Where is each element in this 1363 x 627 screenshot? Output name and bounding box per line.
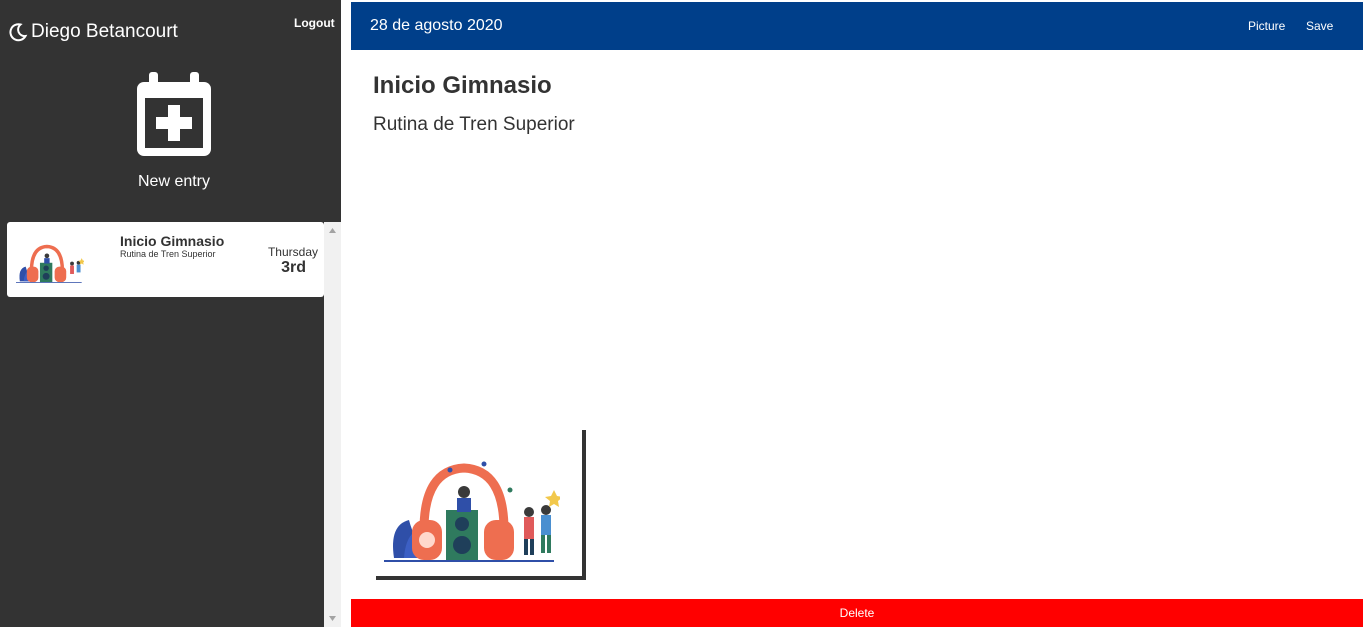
user-name: Diego Betancourt <box>31 21 178 42</box>
entry-title: Inicio Gimnasio <box>120 233 225 249</box>
entry-list: Inicio Gimnasio Rutina de Tren Superior … <box>0 221 324 627</box>
delete-button[interactable]: Delete <box>351 599 1363 627</box>
top-bar: 28 de agosto 2020 Picture Save <box>351 2 1363 50</box>
moon-icon <box>9 23 28 42</box>
scroll-down-icon[interactable] <box>324 610 341 627</box>
entry-subtitle: Rutina de Tren Superior <box>120 249 216 259</box>
entry-date-header: 28 de agosto 2020 <box>370 17 503 34</box>
entry-body-textarea[interactable]: Rutina de Tren Superior <box>373 114 575 136</box>
entry-date: 3rd <box>281 259 306 276</box>
sidebar: Diego Betancourt Logout New entry Inicio… <box>0 0 341 627</box>
entry-weekday: Thursday <box>267 245 318 259</box>
scroll-thumb[interactable] <box>326 239 339 610</box>
entry-title-input[interactable]: Inicio Gimnasio <box>373 72 552 100</box>
music-illustration-image <box>384 461 560 562</box>
entry-list-item[interactable]: Inicio Gimnasio Rutina de Tren Superior … <box>7 222 324 297</box>
new-entry-label: New entry <box>137 173 211 190</box>
entry-picture-frame <box>376 430 586 580</box>
music-illustration-thumbnail <box>16 244 84 283</box>
sidebar-header: Diego Betancourt Logout <box>0 0 341 60</box>
calendar-plus-icon <box>137 72 211 156</box>
new-entry-button[interactable]: New entry <box>100 68 248 198</box>
entry-editor: Inicio Gimnasio Rutina de Tren Superior <box>351 50 1363 599</box>
sidebar-scrollbar[interactable] <box>324 222 341 627</box>
logout-link[interactable]: Logout <box>294 16 335 30</box>
scroll-up-icon[interactable] <box>324 222 341 239</box>
delete-label: Delete <box>839 606 875 620</box>
picture-button[interactable]: Picture <box>1248 19 1285 33</box>
save-button[interactable]: Save <box>1306 19 1333 33</box>
